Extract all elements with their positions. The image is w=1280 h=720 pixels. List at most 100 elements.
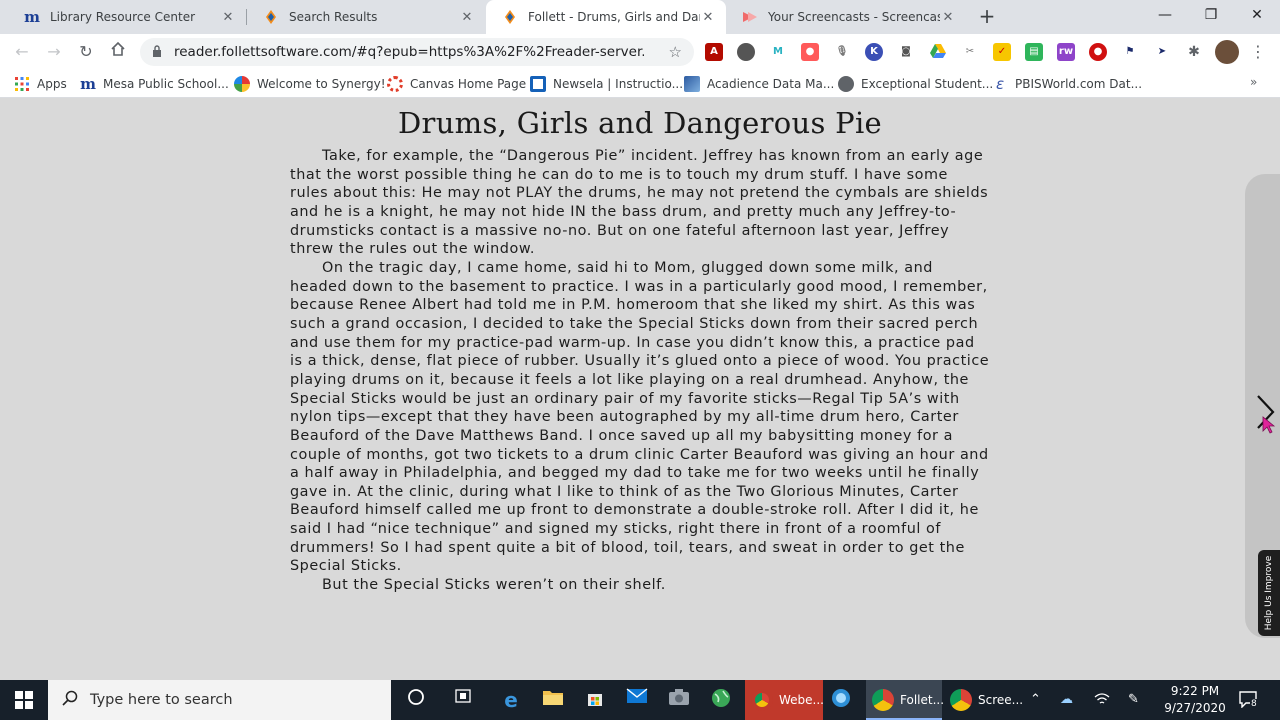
maps-globe-icon[interactable] [709, 688, 733, 712]
bookmark-label: Apps [37, 77, 67, 91]
taskbar-clock[interactable]: 9:22 PM 9/27/2020 [1156, 683, 1234, 717]
book-paragraph: But the Special Sticks weren’t on their … [322, 577, 666, 594]
taskbar-app-label: Follet... [900, 693, 945, 707]
edge-icon[interactable]: e [499, 688, 523, 712]
bookmark-label: Exceptional Student... [861, 77, 994, 91]
close-window-button[interactable]: ✕ [1234, 0, 1280, 32]
bookmark-star-icon[interactable]: ☆ [669, 43, 682, 61]
taskbar-screencastify-chrome[interactable]: Scree... [944, 680, 1023, 720]
book-paragraph: On the tragic day, I came home, said hi … [290, 259, 990, 575]
chrome-icon [751, 689, 773, 711]
flag-extension-icon[interactable]: ⚑ [1121, 43, 1139, 61]
close-icon[interactable]: ✕ [940, 10, 956, 25]
file-explorer-icon[interactable] [541, 688, 565, 712]
tab-title: Library Resource Center [50, 10, 196, 24]
tab-title: Follett - Drums, Girls and Dangerous Pie [528, 10, 700, 24]
store-icon[interactable] [583, 688, 607, 712]
bookmark-apps[interactable]: Apps [14, 75, 67, 93]
home-button[interactable] [106, 40, 130, 64]
help-us-improve-tab[interactable]: Help Us Improve [1258, 550, 1280, 636]
url-text[interactable]: reader.follettsoftware.com/#q?epub=https… [174, 44, 644, 60]
bookmark-canvas[interactable]: Canvas Home Page [387, 75, 526, 93]
mail-icon[interactable] [625, 688, 649, 712]
circle-extension-icon[interactable] [737, 43, 755, 61]
rw-extension-icon[interactable]: rw [1057, 43, 1075, 61]
back-button[interactable]: ← [10, 40, 34, 64]
chrome-icon [872, 689, 894, 711]
pen-icon[interactable]: ✎ [1128, 692, 1139, 707]
forward-button[interactable]: → [42, 40, 66, 64]
close-icon[interactable]: ✕ [220, 10, 236, 25]
tab-library-resource-center[interactable]: m Library Resource Center ✕ [8, 0, 246, 34]
taskbar-app-label: Scree... [978, 693, 1024, 707]
synergy-icon [234, 76, 250, 92]
adobe-acrobat-icon[interactable]: A [705, 43, 723, 61]
scissors-icon[interactable]: ✂ [961, 43, 979, 61]
tray-chevron-icon[interactable]: ⌃ [1030, 692, 1041, 707]
taskbar-search-input[interactable]: Type here to search [48, 680, 391, 720]
record-extension-icon[interactable]: ● [801, 43, 819, 61]
search-icon [62, 690, 78, 710]
screencastify-icon [742, 9, 758, 25]
newsela-icon [530, 76, 546, 92]
bookmark-mesa-public-schools[interactable]: m Mesa Public School... [80, 75, 229, 93]
wifi-icon[interactable] [1094, 692, 1110, 710]
close-icon[interactable]: ✕ [459, 10, 475, 25]
chrome-menu-icon[interactable]: ⋮ [1250, 40, 1266, 64]
bookmark-newsela[interactable]: Newsela | Instructio... [530, 75, 683, 93]
tab-title: Your Screencasts - Screencastify [768, 10, 940, 24]
doc-extension-icon[interactable]: ▤ [1025, 43, 1043, 61]
tab-screencastify[interactable]: Your Screencasts - Screencastify ✕ [726, 0, 966, 34]
lock-icon[interactable] [152, 44, 164, 60]
acadience-icon [684, 76, 700, 92]
k-extension-icon[interactable]: K [865, 43, 883, 61]
apps-grid-icon [14, 76, 30, 92]
chrome-icon [950, 689, 972, 711]
bookmark-label: Mesa Public School... [103, 77, 229, 91]
clock-date: 9/27/2020 [1164, 701, 1226, 715]
bookmark-acadience[interactable]: Acadience Data Ma... [684, 75, 834, 93]
browser-tab-strip: m Library Resource Center ✕ Search Resul… [0, 0, 1280, 34]
camera-icon[interactable]: ◙ [897, 43, 915, 61]
profile-avatar[interactable] [1215, 40, 1239, 64]
search-placeholder: Type here to search [90, 692, 233, 708]
stop-extension-icon[interactable]: ● [1089, 43, 1107, 61]
microphone-icon[interactable]: 🎙 [833, 43, 851, 61]
address-bar[interactable]: reader.follettsoftware.com/#q?epub=https… [140, 38, 694, 66]
google-drive-icon[interactable] [929, 43, 947, 61]
cursor-extension-icon[interactable]: ➤ [1153, 43, 1171, 61]
action-center-icon[interactable]: 8 [1238, 690, 1260, 710]
notification-count: 8 [1250, 699, 1258, 709]
book-paragraph: Take, for example, the “Dangerous Pie” i… [290, 148, 989, 258]
tab-search-results[interactable]: Search Results ✕ [247, 0, 485, 34]
minimize-button[interactable]: — [1142, 0, 1188, 32]
bookmark-label: Newsela | Instructio... [553, 77, 684, 91]
bookmark-synergy[interactable]: Welcome to Synergy! [234, 75, 386, 93]
bookmark-exceptional-student[interactable]: Exceptional Student... [838, 75, 993, 93]
new-tab-button[interactable]: + [976, 5, 998, 27]
windows-start-button[interactable] [0, 680, 48, 720]
cortana-icon[interactable] [404, 688, 428, 712]
restore-button[interactable]: ❐ [1188, 0, 1234, 32]
bookmark-label: PBISWorld.com Dat... [1015, 77, 1143, 91]
follett-icon [263, 9, 279, 25]
reload-button[interactable]: ↻ [74, 40, 98, 64]
close-icon[interactable]: ✕ [700, 10, 716, 25]
tab-follett-reader[interactable]: Follett - Drums, Girls and Dangerous Pie… [486, 0, 726, 34]
taskbar-follett-chrome[interactable]: Follet... [866, 680, 945, 720]
ebook-reader: Drums, Girls and Dangerous Pie Take, for… [0, 98, 1280, 680]
m-extension-icon[interactable]: M [769, 43, 787, 61]
bookmarks-bar: Apps m Mesa Public School... Welcome to … [0, 70, 1280, 98]
clock-time: 9:22 PM [1170, 684, 1220, 698]
camera-app-icon[interactable] [667, 688, 691, 712]
shield-extension-icon[interactable]: ✓ [993, 43, 1011, 61]
mouse-pointer-icon [1262, 416, 1276, 434]
bookmarks-overflow-button[interactable]: » [1250, 75, 1257, 89]
bookmark-label: Canvas Home Page [410, 77, 527, 91]
puzzle-extensions-icon[interactable]: ✱ [1185, 43, 1203, 61]
taskbar-webex-chrome[interactable]: Webe... [745, 680, 824, 720]
onedrive-icon[interactable]: ☁ [1060, 692, 1073, 707]
task-view-icon[interactable] [451, 688, 475, 712]
browser-globe-icon[interactable] [829, 688, 853, 712]
bookmark-pbisworld[interactable]: ε PBISWorld.com Dat... [992, 75, 1142, 93]
